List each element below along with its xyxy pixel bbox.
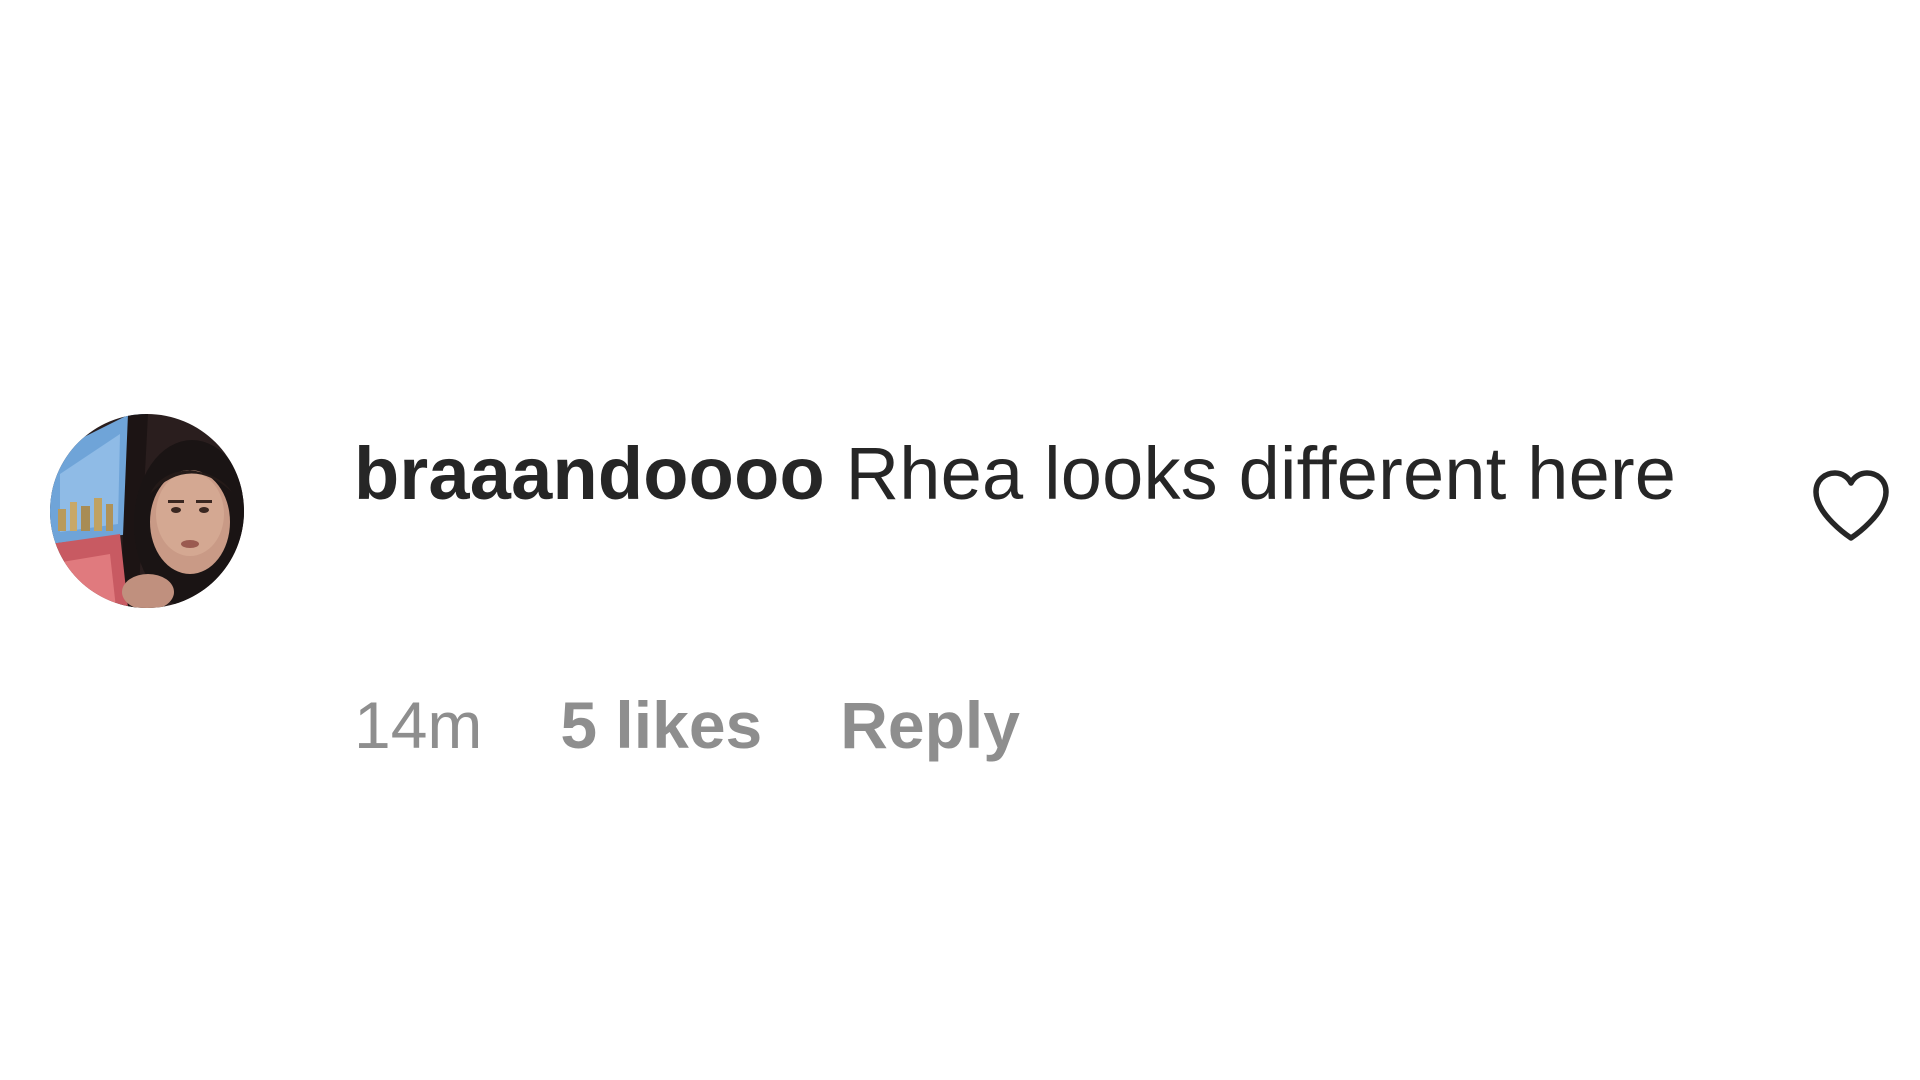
comment-username[interactable]: braaandoooo (354, 432, 825, 515)
reply-button[interactable]: Reply (840, 687, 1020, 763)
comment-likes-count[interactable]: 5 likes (560, 687, 762, 763)
comment-body: braaandoooo Rhea looks different here (354, 420, 1724, 528)
heart-outline-icon (1813, 470, 1889, 541)
comment-text: Rhea looks different here (845, 432, 1677, 515)
comment-timestamp: 14m (354, 688, 483, 762)
avatar[interactable] (50, 414, 244, 608)
like-button[interactable] (1810, 468, 1892, 544)
avatar-photo (50, 414, 244, 608)
comment-meta: 14m 5 likes Reply (354, 680, 1020, 770)
comment-item: braaandoooo Rhea looks different here 14… (0, 0, 1920, 1080)
